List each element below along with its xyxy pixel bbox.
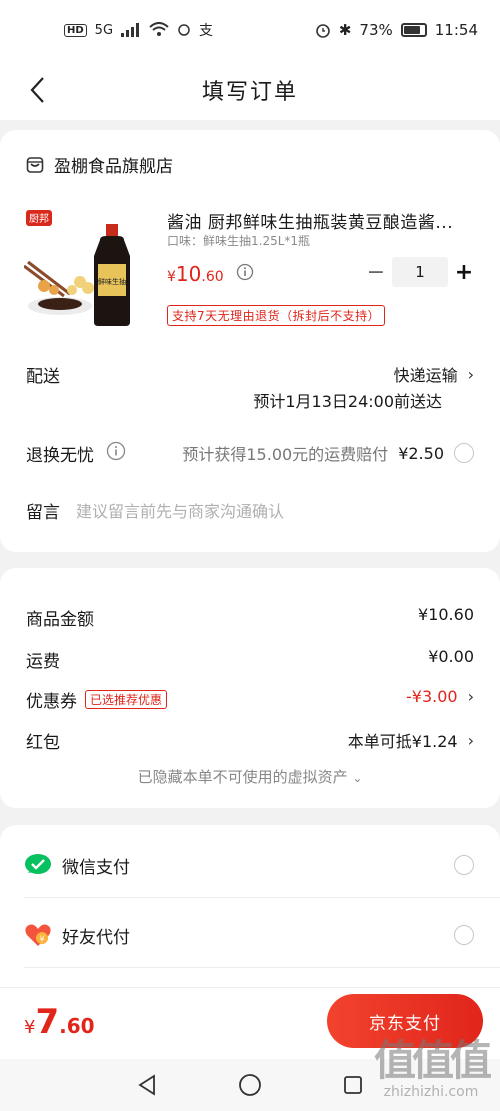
note-input[interactable]: 建议留言前先与商家沟通确认 [76,498,284,522]
alipay-notification-icon: 支 [199,23,214,39]
product-title[interactable]: 酱油 厨邦鲜味生抽瓶装黄豆酿造酱... [167,208,467,233]
price-info-icon[interactable] [236,263,254,285]
coupon-label: 优惠券 [26,692,77,712]
payment-option-wechat[interactable]: 微信支付 [24,845,474,885]
order-items-card: 盈棚食品旗舰店 [0,130,500,552]
svg-text:¥: ¥ [39,935,44,944]
shop-name: 盈棚食品旗舰店 [54,157,173,177]
price-summary-card: 商品金额 ¥10.60 运费 ¥0.00 优惠券 已选推荐优惠 -¥3.00 ›… [0,568,500,808]
payment-option-friend[interactable]: ¥ 好友代付 [24,915,474,955]
return-guarantee-price: ¥2.50 [398,443,444,463]
delivery-eta: 预计1月13日24:00前送达 [253,392,442,411]
chevron-down-icon: ⌄ [352,771,363,785]
chevron-right-icon: › [467,730,474,750]
quantity-increase-button[interactable]: + [450,257,478,287]
bluetooth-icon: ✱ [338,21,352,39]
coupon-tag: 已选推荐优惠 [85,690,168,709]
quantity-stepper: − 1 + [362,257,478,287]
coupon-row-label: 优惠券 已选推荐优惠 [26,687,168,712]
battery-icon [400,23,427,37]
product-spec: 口味：鲜味生抽1.25L*1瓶 [167,234,311,248]
battery-percent: 73% [359,21,393,39]
redpacket-label: 红包 [26,733,60,753]
goods-amount-label: 商品金额 [26,610,94,630]
recents-square-icon[interactable] [342,1074,364,1096]
wechat-pay-label: 微信支付 [62,857,130,878]
hidden-assets-toggle[interactable]: 已隐藏本单不可使用的虚拟资产 ⌄ [0,766,500,787]
nav-bar: 填写订单 [0,60,500,120]
divider [24,897,500,898]
quantity-input[interactable]: 1 [392,257,448,287]
page-title: 填写订单 [201,80,298,105]
price-integer: 10 [175,262,202,286]
alarm-icon [316,24,330,38]
delivery-method-row[interactable]: 快递运输 › [394,362,474,386]
watermark-logo: 值值值 [373,1036,492,1085]
bottle-label-text: 鲜味生抽 [98,277,126,286]
return-guarantee-label: 退换无忧 [26,446,94,466]
soy-sauce-product-picture: 厨邦 鲜味生抽 [23,206,140,328]
goods-amount-value: ¥10.60 [418,605,474,624]
back-triangle-icon[interactable] [136,1074,158,1096]
clock: 11:54 [434,21,478,39]
wifi-icon [149,22,169,36]
chevron-right-icon: › [467,687,474,706]
brand-logo-text: 厨邦 [29,212,49,225]
note-label: 留言 [26,503,60,523]
total-integer: 7 [35,1002,60,1042]
signal-icon [121,23,140,37]
total-price: ¥ 7 .60 [24,1002,95,1042]
coupon-value: -¥3.00 [406,687,458,706]
network-indicator: 5G [94,22,114,38]
friend-pay-label: 好友代付 [62,927,130,948]
return-guarantee-row: 退换无忧 [26,441,126,466]
shop-header[interactable]: 盈棚食品旗舰店 [26,152,173,177]
friend-pay-radio[interactable] [454,925,474,945]
chevron-right-icon: › [467,364,474,384]
product-price: ¥ 10 .60 [167,262,254,286]
divider [24,967,500,968]
chevron-left-icon [30,77,44,103]
price-currency: ¥ [167,269,176,285]
delivery-label: 配送 [26,367,60,387]
delivery-method: 快递运输 [393,366,458,385]
return-guarantee-info-icon[interactable] [106,441,126,466]
return-guarantee-radio[interactable] [454,443,474,463]
shop-icon [26,156,44,173]
product-image[interactable]: 厨邦 鲜味生抽 [23,206,140,328]
status-bar: HD 5G 支 ✱ 73% 11:54 [0,0,500,60]
wechat-pay-icon [25,854,51,874]
payment-methods-card: 微信支付 ¥ 好友代付 [0,825,500,995]
return-guarantee-right: 预计获得15.00元的运费赔付 ¥2.50 [182,441,474,465]
back-button[interactable] [22,72,52,108]
shipping-value: ¥0.00 [428,647,474,666]
watermark-url: zhizhizhi.com [383,1084,479,1100]
return-policy-tag: 支持7天无理由退货（拆封后不支持） [167,305,386,326]
wechat-pay-radio[interactable] [454,855,474,875]
watermark: 值值值 zhizhizhi.com [373,1027,492,1100]
app-notification-icon [178,24,190,36]
price-decimal: .60 [201,269,224,285]
total-currency: ¥ [24,1017,36,1038]
home-circle-icon[interactable] [238,1073,262,1097]
redpacket-value: 本单可抵¥1.24 [347,732,458,751]
redpacket-row[interactable]: 本单可抵¥1.24 › [348,728,474,752]
hd-indicator: HD [64,23,87,37]
friend-pay-icon: ¥ [25,924,51,946]
quantity-decrease-button[interactable]: − [362,257,390,287]
coupon-row[interactable]: -¥3.00 › [406,687,474,706]
shipping-label: 运费 [26,652,60,672]
hidden-assets-text: 已隐藏本单不可使用的虚拟资产 [137,768,348,786]
return-guarantee-text: 预计获得15.00元的运费赔付 [182,445,389,464]
total-decimal: .60 [59,1014,95,1038]
